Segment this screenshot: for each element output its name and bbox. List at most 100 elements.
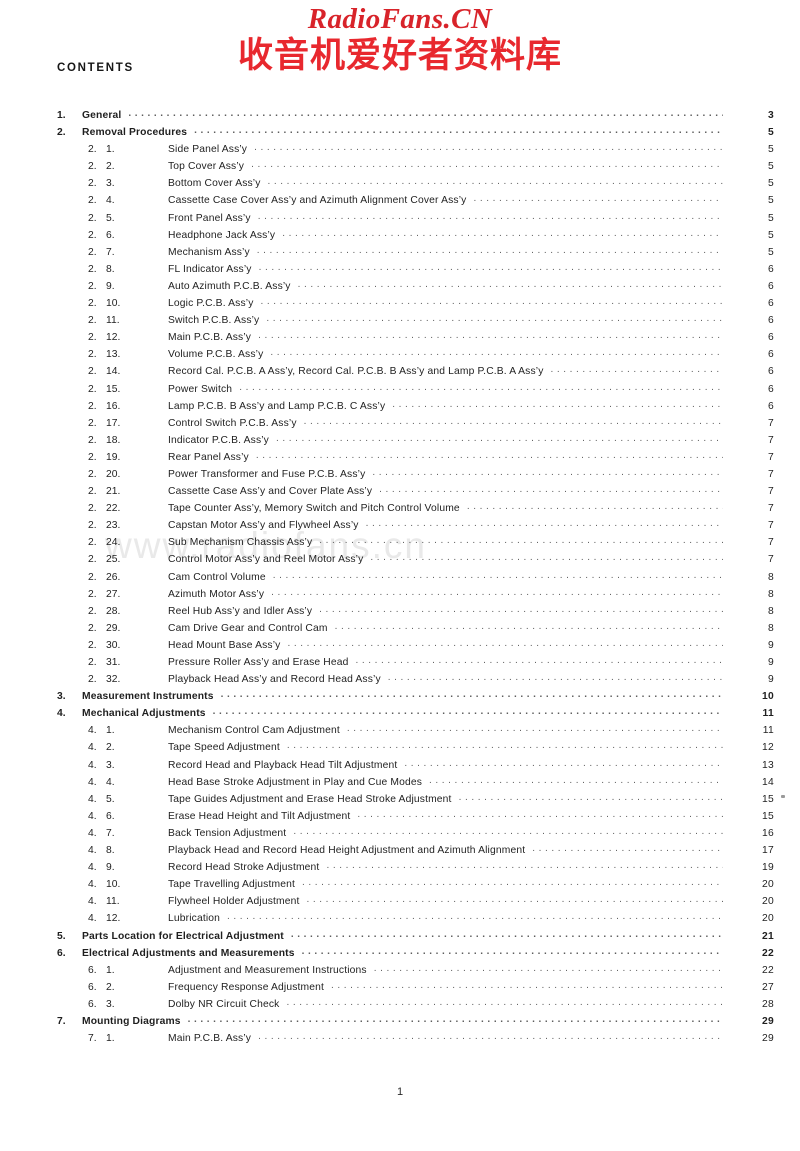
toc-entry[interactable]: 2. 8. FL Indicator Ass’y 6 <box>0 262 800 279</box>
toc-entry-label: Erase Head Height and Tilt Adjustment <box>168 810 351 822</box>
toc-entry[interactable]: 4. 9. Record Head Stroke Adjustment 19 <box>0 860 800 877</box>
toc-entry-page-number: 6 <box>767 263 774 275</box>
toc-entry-page-number: 29 <box>761 1015 774 1027</box>
toc-entry[interactable]: 4. 1. Mechanism Control Cam Adjustment 11 <box>0 723 800 740</box>
toc-entry[interactable]: 2. 3. Bottom Cover Ass’y 5 <box>0 176 800 193</box>
toc-entry[interactable]: 4. 10. Tape Travelling Adjustment 20 <box>0 877 800 894</box>
toc-entry-dot-leader <box>287 740 723 750</box>
toc-entry[interactable]: 2. 31. Pressure Roller Ass’y and Erase Hea… <box>0 655 800 672</box>
toc-entry[interactable]: 2. 12. Main P.C.B. Ass’y 6 <box>0 330 800 347</box>
toc-entry-page-number: 8 <box>767 622 774 634</box>
toc-entry[interactable]: 6. 2. Frequency Response Adjustment 27 <box>0 980 800 997</box>
toc-entry[interactable]: 2. 6. Headphone Jack Ass’y 5 <box>0 228 800 245</box>
toc-entry[interactable]: 2. 29. Cam Drive Gear and Control Cam 8 <box>0 621 800 638</box>
toc-entry-section-number: 2. <box>88 315 97 327</box>
toc-entry-label: Bottom Cover Ass’y <box>168 178 261 190</box>
toc-entry-dot-leader <box>302 946 723 956</box>
page-title: CONTENTS <box>57 62 134 74</box>
toc-entry[interactable]: 2. 2. Top Cover Ass’y 5 <box>0 159 800 176</box>
toc-entry[interactable]: 4. 7. Back Tension Adjustment 16 <box>0 826 800 843</box>
toc-entry-page-number: 19 <box>761 862 774 874</box>
toc-entry[interactable]: 4. 12. Lubrication 20 <box>0 911 800 928</box>
toc-entry-dot-leader <box>366 518 723 528</box>
toc-entry[interactable]: 2. 17. Control Switch P.C.B. Ass’y 7 <box>0 416 800 433</box>
toc-entry[interactable]: 4. 6. Erase Head Height and Tilt Adjustmen… <box>0 809 800 826</box>
toc-entry[interactable]: 2. 25. Control Motor Ass’y and Reel Motor … <box>0 552 800 569</box>
toc-entry[interactable]: 2. 13. Volume P.C.B. Ass’y 6 <box>0 347 800 364</box>
toc-entry-subsection-number: 5. <box>106 793 115 805</box>
toc-entry-section-number: 2. <box>88 280 97 292</box>
toc-entry-dot-leader <box>459 792 723 802</box>
toc-entry-dot-leader <box>331 980 723 990</box>
toc-entry-section-number: 2. <box>88 588 97 600</box>
toc-entry[interactable]: 2. 22. Tape Counter Ass’y, Memory Switch a… <box>0 501 800 518</box>
toc-entry-dot-leader <box>392 399 723 409</box>
toc-entry-page-number: 11 <box>762 725 774 737</box>
toc-entry[interactable]: 3. Measurement Instruments 10 <box>0 689 800 706</box>
toc-entry-page-number: 7 <box>767 434 774 446</box>
toc-entry-page-number: 7 <box>767 417 774 429</box>
toc-entry-dot-leader <box>298 279 723 289</box>
toc-entry[interactable]: 7. Mounting Diagrams 29 <box>0 1014 800 1031</box>
toc-entry[interactable]: 2. 23. Capstan Motor Ass’y and Flywheel As… <box>0 518 800 535</box>
toc-entry-page-number: 17 <box>761 845 774 857</box>
toc-entry-section-number: 1. <box>57 110 66 121</box>
toc-entry[interactable]: 2. 14. Record Cal. P.C.B. A Ass’y, Record … <box>0 364 800 381</box>
toc-entry[interactable]: 2. 26. Cam Control Volume 8 <box>0 570 800 587</box>
toc-entry-label: Power Transformer and Fuse P.C.B. Ass’y <box>168 468 366 480</box>
toc-entry[interactable]: 2. 15. Power Switch 6 <box>0 382 800 399</box>
toc-entry[interactable]: 2. 5. Front Panel Ass’y 5 <box>0 211 800 228</box>
toc-entry-subsection-number: 10. <box>106 879 121 891</box>
toc-entry-section-number: 2. <box>88 366 97 378</box>
toc-entry[interactable]: 2. 7. Mechanism Ass’y 5 <box>0 245 800 262</box>
toc-entry[interactable]: 5. Parts Location for Electrical Adjustme… <box>0 929 800 946</box>
toc-entry[interactable]: 2. 30. Head Mount Base Ass’y 9 <box>0 638 800 655</box>
toc-entry-subsection-number: 1. <box>106 725 115 737</box>
toc-entry-page-number: 6 <box>767 298 774 310</box>
toc-entry-dot-leader <box>258 330 723 340</box>
toc-entry[interactable]: 2. 18. Indicator P.C.B. Ass’y 7 <box>0 433 800 450</box>
toc-entry[interactable]: 6. 3. Dolby NR Circuit Check 28 <box>0 997 800 1014</box>
toc-entry-page-number: 10 <box>761 691 774 703</box>
toc-entry[interactable]: 2. 4. Cassette Case Cover Ass’y and Azimut… <box>0 193 800 210</box>
toc-entry-label: Cassette Case Cover Ass’y and Azimuth Al… <box>168 195 467 207</box>
toc-entry-dot-leader <box>257 245 723 255</box>
toc-entry[interactable]: 2. 24. Sub Mechanism Chassis Ass’y 7 <box>0 535 800 552</box>
toc-entry[interactable]: 2. 1. Side Panel Ass’y 5 <box>0 142 800 159</box>
toc-entry[interactable]: 1. General 3 <box>0 108 800 125</box>
toc-entry[interactable]: 4. 4. Head Base Stroke Adjustment in Play … <box>0 775 800 792</box>
toc-entry[interactable]: 2. 27. Azimuth Motor Ass’y 8 <box>0 587 800 604</box>
toc-entry[interactable]: 4. Mechanical Adjustments 11 <box>0 706 800 723</box>
toc-entry[interactable]: 4. 5. Tape Guides Adjustment and Erase Hea… <box>0 792 800 809</box>
toc-entry[interactable]: 2. 11. Switch P.C.B. Ass’y 6 <box>0 313 800 330</box>
toc-entry[interactable]: 2. 32. Playback Head Ass’y and Record Head… <box>0 672 800 689</box>
toc-entry[interactable]: 4. 3. Record Head and Playback Head Tilt A… <box>0 758 800 775</box>
toc-entry-label: Front Panel Ass’y <box>168 212 251 224</box>
toc-entry[interactable]: 2. 16. Lamp P.C.B. B Ass’y and Lamp P.C.B.… <box>0 399 800 416</box>
toc-entry-page-number: 7 <box>767 554 774 566</box>
toc-entry[interactable]: 7. 1. Main P.C.B. Ass’y 29 <box>0 1031 800 1048</box>
toc-entry-label: Main P.C.B. Ass’y <box>168 1033 252 1045</box>
toc-entry[interactable]: 2. 28. Reel Hub Ass’y and Idler Ass’y 8 <box>0 604 800 621</box>
toc-entry-subsection-number: 20. <box>106 468 121 480</box>
toc-entry-section-number: 4. <box>88 913 97 925</box>
toc-entry[interactable]: 4. 11. Flywheel Holder Adjustment 20 <box>0 894 800 911</box>
toc-entry-dot-leader <box>293 826 723 836</box>
toc-entry-label: Mounting Diagrams <box>82 1015 181 1027</box>
toc-entry[interactable]: 2. 20. Power Transformer and Fuse P.C.B. A… <box>0 467 800 484</box>
toc-entry-label: Rear Panel Ass’y <box>168 451 249 463</box>
toc-entry-subsection-number: 2. <box>106 981 115 993</box>
toc-entry[interactable]: 4. 8. Playback Head and Record Head Height… <box>0 843 800 860</box>
toc-entry[interactable]: 2. 9. Auto Azimuth P.C.B. Ass’y 6 <box>0 279 800 296</box>
toc-entry[interactable]: 6. Electrical Adjustments and Measurement… <box>0 946 800 963</box>
toc-entry[interactable]: 2. 10. Logic P.C.B. Ass’y 6 <box>0 296 800 313</box>
toc-entry-subsection-number: 11. <box>106 315 120 327</box>
toc-entry[interactable]: 6. 1. Adjustment and Measurement Instructi… <box>0 963 800 980</box>
toc-entry[interactable]: 2. 21. Cassette Case Ass’y and Cover Plate… <box>0 484 800 501</box>
toc-entry[interactable]: 2. 19. Rear Panel Ass’y 7 <box>0 450 800 467</box>
toc-entry[interactable]: 2. Removal Procedures 5 <box>0 125 800 142</box>
toc-entry-page-number: 6 <box>767 315 774 327</box>
toc-entry-section-number: 6. <box>57 947 66 959</box>
toc-entry-page-number: 29 <box>761 1033 774 1045</box>
toc-entry[interactable]: 4. 2. Tape Speed Adjustment 12 <box>0 740 800 757</box>
